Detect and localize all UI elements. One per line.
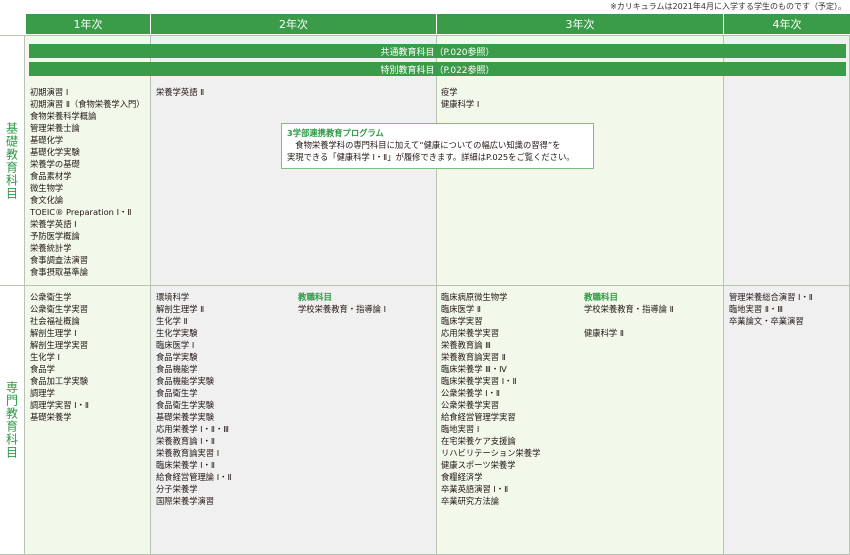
row-label-specialized-text: 専門教育科目 [4, 381, 19, 459]
course-item: 解剖生理学 Ⅰ [30, 328, 77, 338]
course-item: 食品衛生学実験 [156, 400, 215, 410]
course-item: 栄養統計学 [30, 243, 72, 253]
teaching-list-year-3: 学校栄養教育・指導論 Ⅱ [584, 303, 674, 315]
course-item: 基礎化学 [30, 135, 64, 145]
course-item: 管理栄養総合演習 Ⅰ・Ⅱ [729, 292, 813, 302]
course-item: 基礎栄養学 [30, 412, 72, 422]
basic-list-year-2: 栄養学英語 Ⅱ [156, 86, 204, 98]
row-label-basic: 基礎教育科目 [0, 35, 25, 286]
special-education-band: 特別教育科目（P.022参照） [29, 62, 846, 76]
course-item: 食品衛生学 [156, 388, 198, 398]
course-item: 調理学 [30, 388, 55, 398]
course-item: 食品素材学 [30, 171, 72, 181]
program-callout: 3学部連携教育プログラム 食物栄養学科の専門科目に加えて“健康についての幅広い知… [281, 123, 594, 169]
course-item: 給食経営管理学実習 [441, 412, 516, 422]
course-item: 国際栄養学演習 [156, 496, 215, 506]
teaching-list-year-2: 学校栄養教育・指導論 Ⅰ [298, 303, 386, 315]
course-item: 卒業研究方法論 [441, 496, 500, 506]
spec-list-year-1: 公衆衛生学公衆衛生学実習 社会福祉概論 解剖生理学 Ⅰ 解剖生理学実習 生化学 Ⅰ 食品学… [30, 291, 89, 423]
course-item: 臨床栄養学 Ⅲ・Ⅳ [441, 364, 507, 374]
course-item: 食品学実験 [156, 352, 198, 362]
basic-list-year-1: 初期演習 Ⅰ 初期演習 Ⅱ（食物栄養学入門） 食物栄養科学概論 管理栄養士論 基礎化学基… [30, 86, 145, 278]
course-item: 栄養学の基礎 [30, 159, 80, 169]
course-item: 疫学 [441, 87, 458, 97]
header-year-1: 1年次 [26, 14, 150, 34]
health-science-2: 健康科学 Ⅱ [584, 328, 624, 338]
course-item: 卒業英語演習 Ⅰ・Ⅱ [441, 484, 509, 494]
course-item: リハビリテーション栄養学 [441, 448, 541, 458]
course-item: 健康スポーツ栄養学 [441, 460, 516, 470]
spec-list-year-3: 臨床病原微生物学 臨床医学 Ⅱ 臨床学実習応用栄養学実習 栄養教育論 Ⅲ 栄養教育論実習… [441, 291, 540, 507]
course-item: 栄養教育論 Ⅰ・Ⅱ [156, 436, 215, 446]
teaching-head-year-2: 教職科目 [298, 293, 333, 303]
course-item: 食糧経済学 [441, 472, 483, 482]
course-item: 学校栄養教育・指導論 Ⅱ [584, 304, 674, 314]
basic-list-year-3: 疫学健康科学 Ⅰ [441, 86, 479, 110]
course-item: 食文化論 [30, 195, 64, 205]
course-item: 食品学 [30, 364, 55, 374]
header-year-4: 4年次 [724, 14, 850, 34]
course-item: 応用栄養学実習 [441, 328, 500, 338]
course-item: 社会福祉概論 [30, 316, 80, 326]
spec-list-year-2: 環境科学解剖生理学 Ⅱ 生化学 Ⅱ 生化学実験臨床医学 Ⅰ 食品学実験食品機能学食品機… [156, 291, 232, 507]
course-item: 生化学実験 [156, 328, 198, 338]
course-item: 公衆衛生学実習 [30, 304, 89, 314]
course-item: 予防医学概論 [30, 231, 80, 241]
course-item: 調理学実習 Ⅰ・Ⅱ [30, 400, 89, 410]
course-item: 解剖生理学実習 [30, 340, 89, 350]
header-year-3: 3年次 [437, 14, 723, 34]
callout-title: 3学部連携教育プログラム [287, 128, 384, 138]
teaching-head-year-3: 教職科目 [584, 293, 619, 303]
course-item: 臨床医学 Ⅰ [156, 340, 195, 350]
course-item: TOEIC® Preparation Ⅰ・Ⅱ [30, 207, 132, 217]
course-item: 食物栄養科学概論 [30, 111, 97, 121]
course-item: 栄養教育論実習 Ⅱ [441, 352, 506, 362]
course-item: 卒業論文・卒業演習 [729, 316, 804, 326]
course-item: 初期演習 Ⅱ（食物栄養学入門） [30, 99, 145, 109]
course-item: 栄養教育論 Ⅲ [441, 340, 491, 350]
row-label-basic-text: 基礎教育科目 [4, 121, 19, 200]
course-item: 管理栄養士論 [30, 123, 80, 133]
course-item: 基礎栄養学実験 [156, 412, 215, 422]
course-item: 公衆栄養学実習 [441, 400, 500, 410]
course-item: 臨地実習 Ⅰ [441, 424, 480, 434]
course-item: 栄養学英語 Ⅰ [30, 219, 77, 229]
course-item: 分子栄養学 [156, 484, 198, 494]
course-item: 臨床病原微生物学 [441, 292, 508, 302]
course-item: 生化学 Ⅰ [30, 352, 60, 362]
course-item: 臨床医学 Ⅱ [441, 304, 481, 314]
course-item: 給食経営管理論 Ⅰ・Ⅱ [156, 472, 232, 482]
course-item: 初期演習 Ⅰ [30, 87, 69, 97]
course-item: 食品機能学実験 [156, 376, 215, 386]
callout-line-1: 食物栄養学科の専門科目に加えて“健康についての幅広い知識の習得”を [287, 140, 561, 150]
course-item: 公衆栄養学 Ⅰ・Ⅱ [441, 388, 500, 398]
course-item: 公衆衛生学 [30, 292, 72, 302]
callout-line-2: 実現できる「健康科学 Ⅰ・Ⅱ」が履修できます。詳細はP.025をご覧ください。 [287, 152, 575, 162]
row-label-specialized: 専門教育科目 [0, 286, 25, 555]
course-item: 栄養学英語 Ⅱ [156, 87, 205, 97]
course-item: 食事調査法演習 [30, 255, 89, 265]
header-year-2: 2年次 [151, 14, 436, 34]
course-item: 応用栄養学 Ⅰ・Ⅱ・Ⅲ [156, 424, 229, 434]
course-item: 栄養教育論実習 Ⅰ [156, 448, 220, 458]
course-item: 環境科学 [156, 292, 190, 302]
course-item: 健康科学 Ⅰ [441, 99, 480, 109]
course-item: 基礎化学実験 [30, 147, 80, 157]
course-item: 臨床栄養学 Ⅰ・Ⅱ [156, 460, 215, 470]
course-item: 臨床学実習 [441, 316, 483, 326]
course-item: 食品加工学実験 [30, 376, 89, 386]
curriculum-note: ※カリキュラムは2021年4月に入学する学生のものです（予定）。 [610, 2, 846, 11]
common-education-band: 共通教育科目（P.020参照） [29, 44, 846, 58]
course-item: 臨地実習 Ⅱ・Ⅲ [729, 304, 783, 314]
course-item: 在宅栄養ケア支援論 [441, 436, 516, 446]
course-item: 微生物学 [30, 183, 64, 193]
spec-list-year-4: 管理栄養総合演習 Ⅰ・Ⅱ 臨地実習 Ⅱ・Ⅲ 卒業論文・卒業演習 [729, 291, 813, 327]
course-item: 臨床栄養学実習 Ⅰ・Ⅱ [441, 376, 517, 386]
course-item: 食事摂取基準論 [30, 267, 89, 277]
course-item: 食品機能学 [156, 364, 198, 374]
course-item: 生化学 Ⅱ [156, 316, 188, 326]
course-item: 学校栄養教育・指導論 Ⅰ [298, 304, 387, 314]
course-item: 解剖生理学 Ⅱ [156, 304, 205, 314]
